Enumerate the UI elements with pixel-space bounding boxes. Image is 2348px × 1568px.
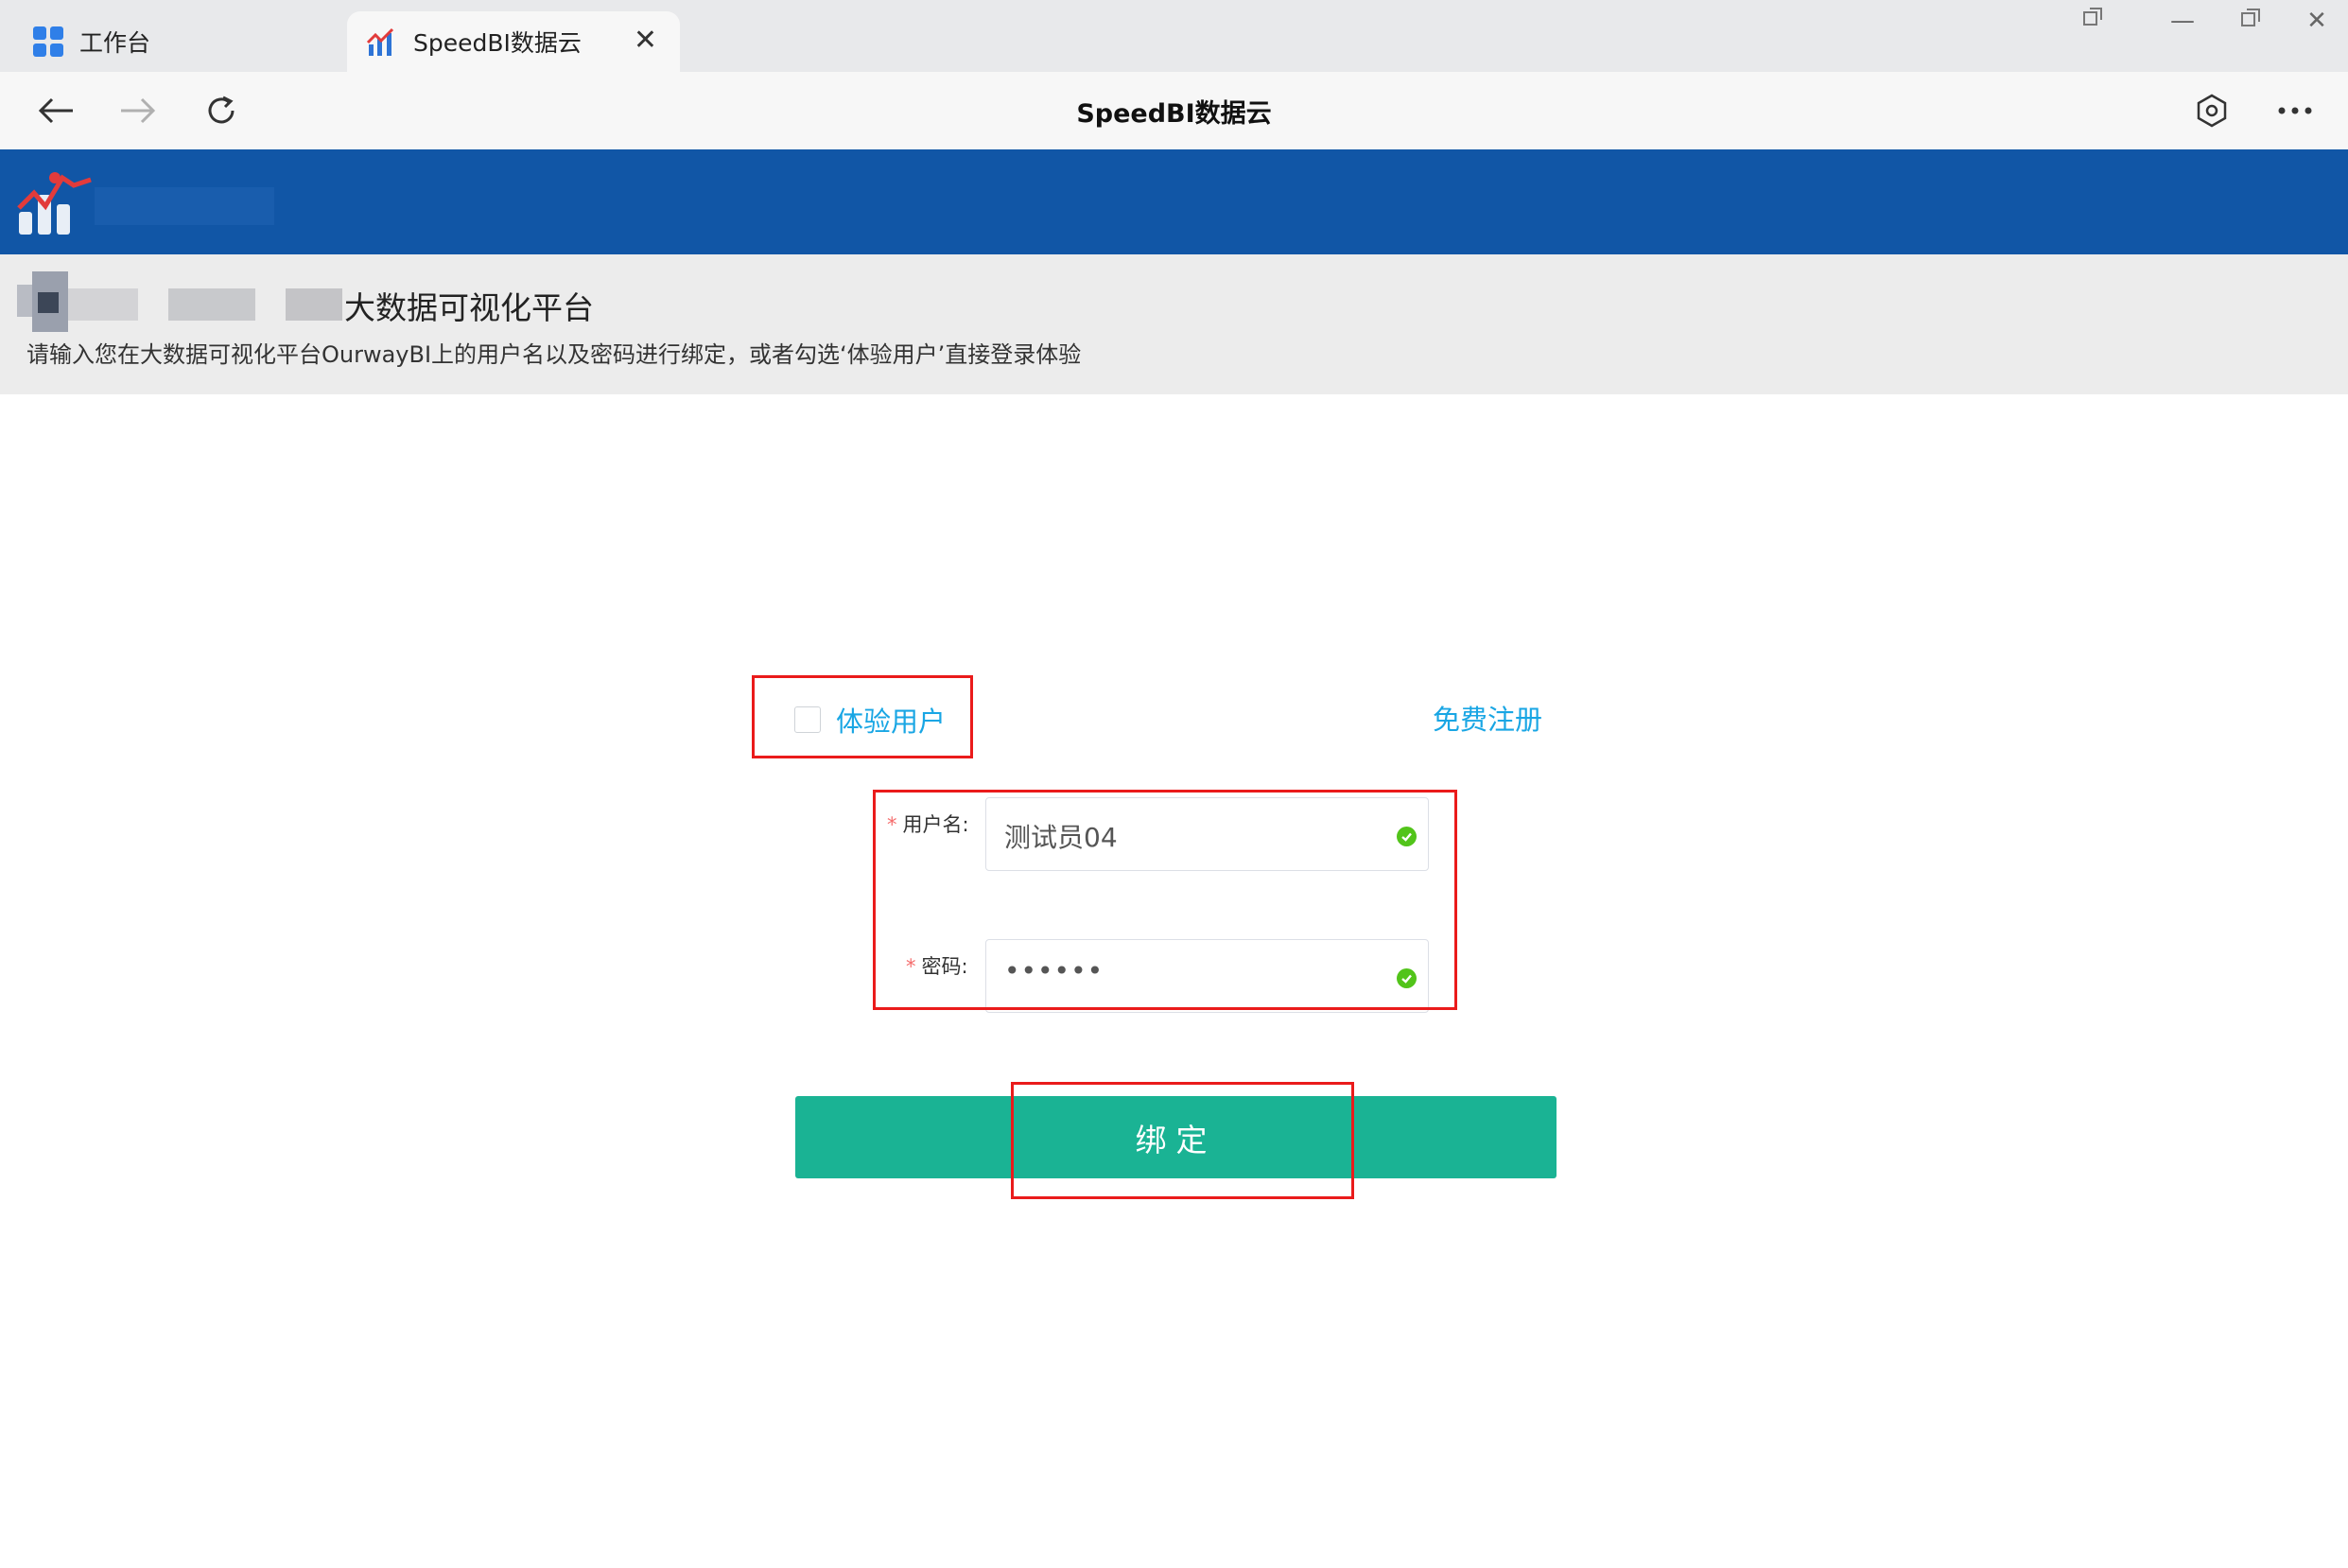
highlight-trial-user bbox=[752, 675, 973, 758]
minimize-window-icon[interactable]: — bbox=[2154, 2, 2211, 40]
tab-strip: 工作台 SpeedBI数据云 ✕ — ✕ bbox=[0, 0, 2348, 72]
page-title: SpeedBI数据云 bbox=[1076, 99, 1272, 129]
redacted-block bbox=[168, 288, 255, 321]
speedbi-logo-icon bbox=[366, 26, 398, 58]
redacted-block bbox=[38, 292, 59, 313]
more-options-icon[interactable] bbox=[2271, 87, 2319, 134]
highlight-credentials bbox=[873, 790, 1457, 1010]
tab-speedbi[interactable]: SpeedBI数据云 ✕ bbox=[347, 11, 680, 72]
grid-apps-icon bbox=[32, 26, 64, 58]
brand-header bbox=[0, 149, 2348, 254]
redacted-block bbox=[286, 288, 342, 321]
close-window-icon[interactable]: ✕ bbox=[2288, 2, 2345, 40]
intro-panel: 大数据可视化平台 请输入您在大数据可视化平台OurwayBI上的用户名以及密码进… bbox=[0, 254, 2348, 394]
tab-label: 工作台 bbox=[79, 29, 151, 57]
free-register-link[interactable]: 免费注册 bbox=[1433, 698, 1542, 738]
tab-workspace[interactable]: 工作台 bbox=[0, 11, 344, 72]
instruction-text: 请输入您在大数据可视化平台OurwayBI上的用户名以及密码进行绑定，或者勾选‘… bbox=[26, 341, 1082, 368]
tab-label: SpeedBI数据云 bbox=[413, 29, 582, 57]
highlight-bind-button bbox=[1011, 1082, 1354, 1199]
maximize-window-icon[interactable] bbox=[2222, 2, 2279, 40]
restore-tabs-icon[interactable] bbox=[2064, 2, 2121, 40]
settings-hexagon-icon[interactable] bbox=[2188, 87, 2235, 134]
redacted-block bbox=[68, 288, 138, 321]
platform-title: 大数据可视化平台 bbox=[344, 289, 594, 326]
navigation-bar: SpeedBI数据云 bbox=[0, 72, 2348, 150]
close-tab-icon[interactable]: ✕ bbox=[634, 26, 657, 55]
ourway-logo-icon bbox=[17, 170, 93, 240]
brand-wordmark bbox=[95, 187, 274, 225]
